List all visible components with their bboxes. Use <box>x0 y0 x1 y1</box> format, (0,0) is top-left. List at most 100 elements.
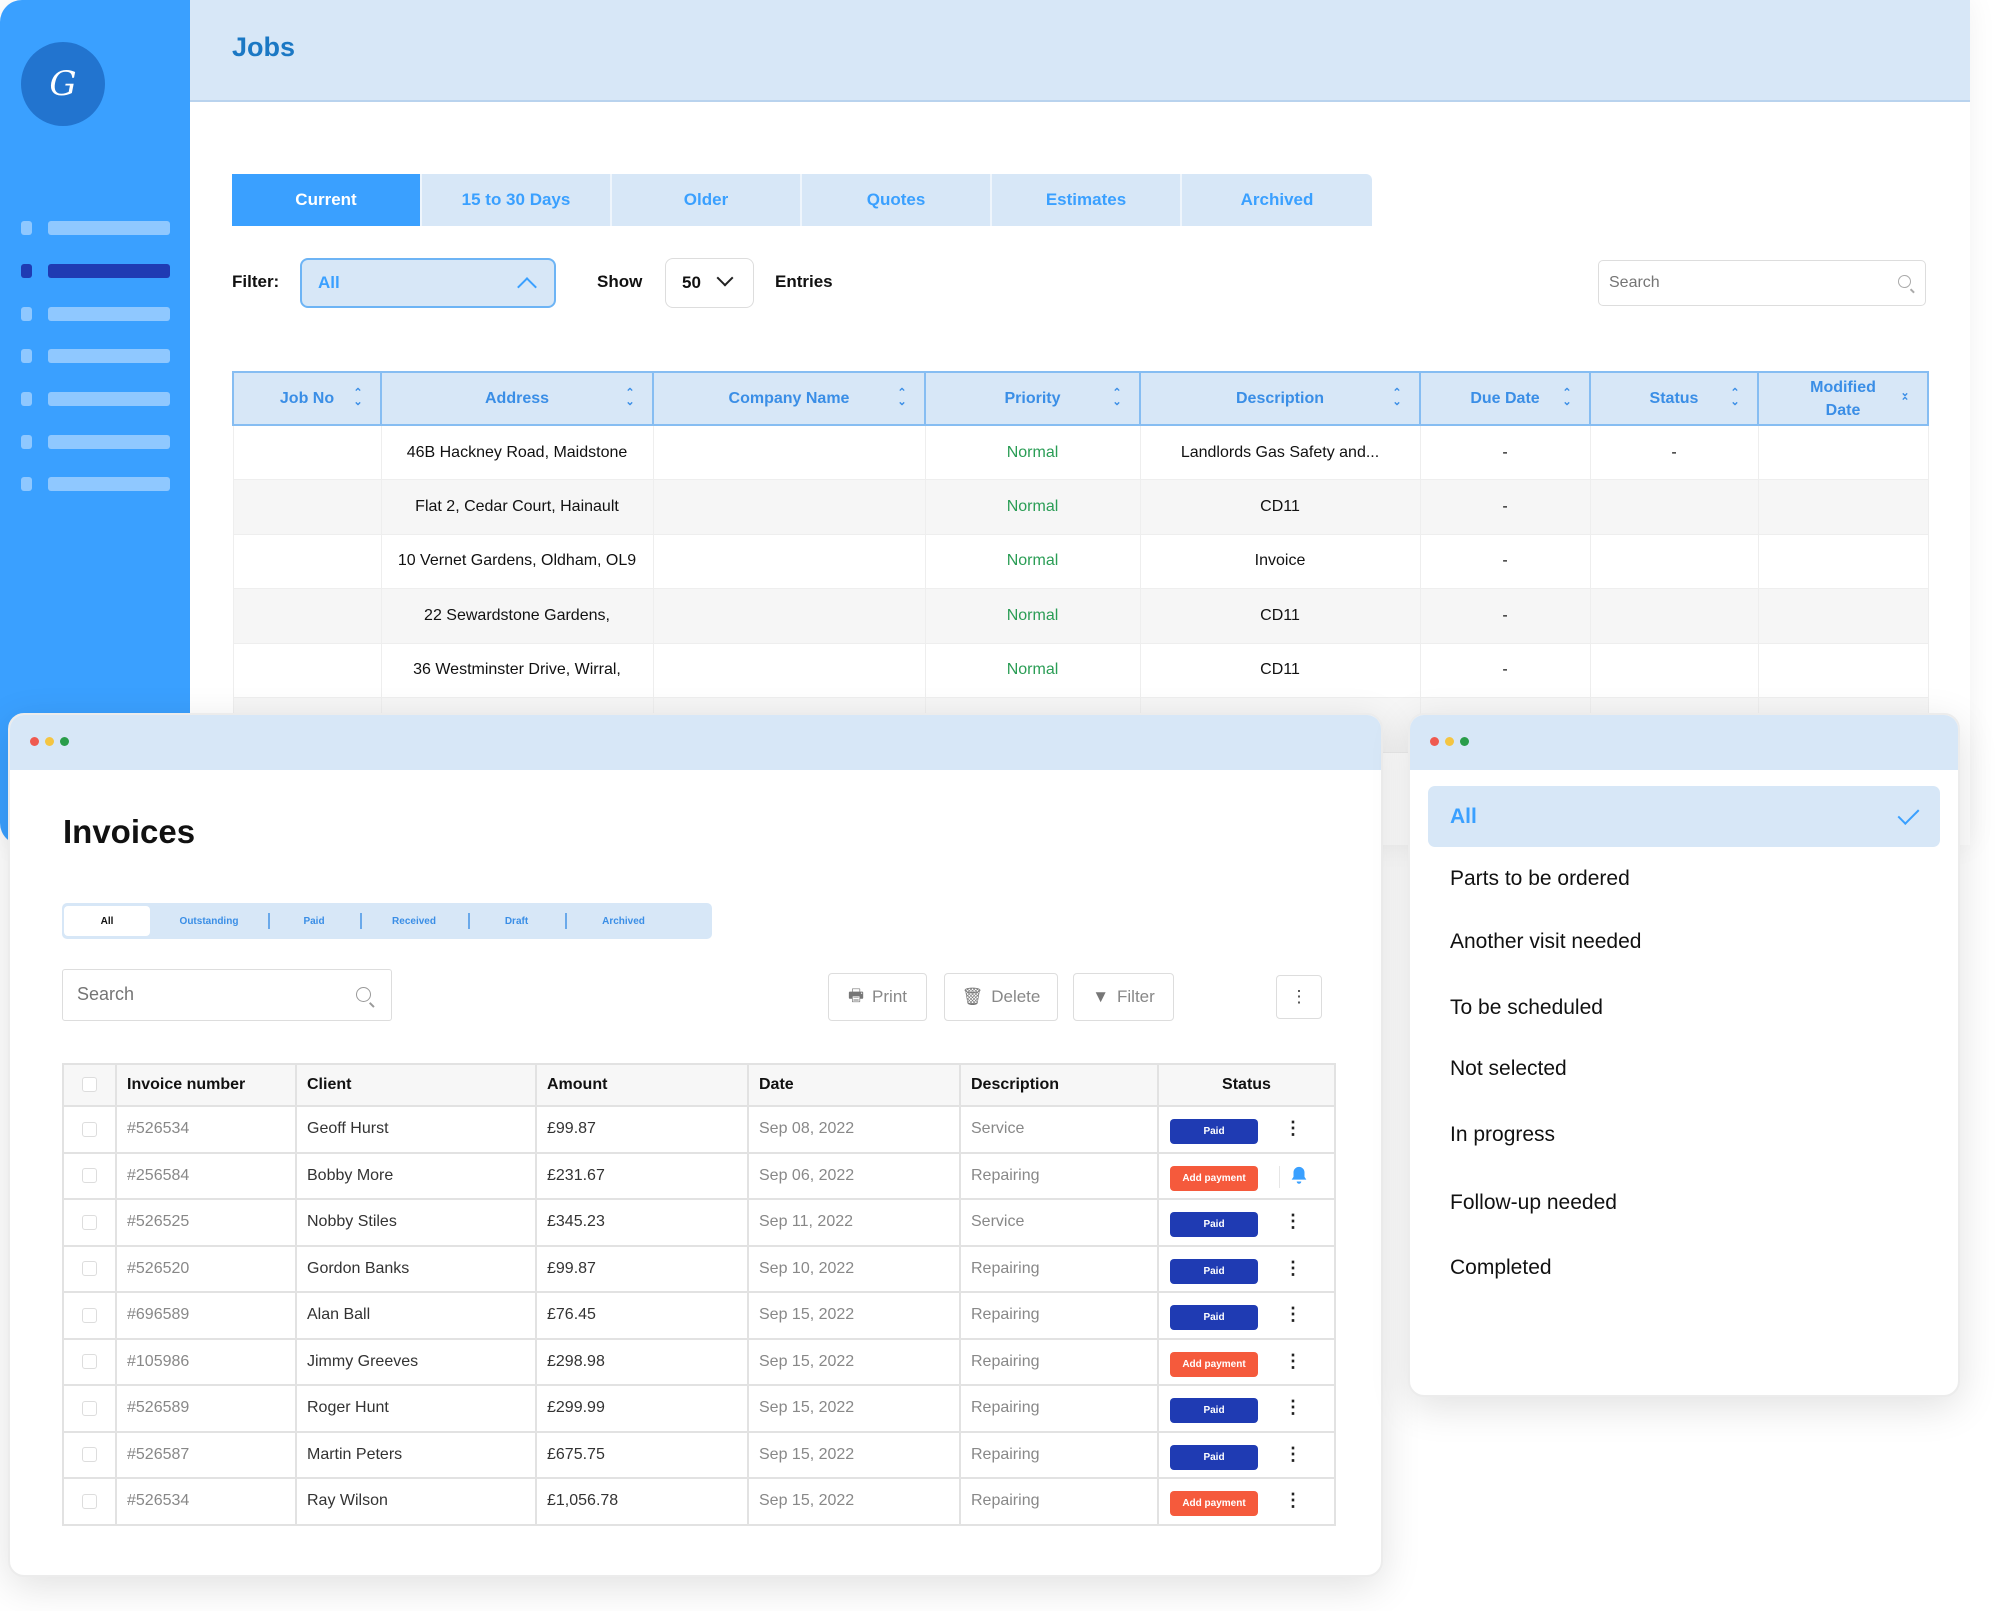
column-header[interactable]: Job No ⌃ ⌄ <box>232 371 382 426</box>
add-payment-button[interactable]: Add payment <box>1170 1165 1258 1191</box>
column-header[interactable]: Amount <box>535 1063 749 1107</box>
maximize-dot-icon[interactable] <box>60 737 69 746</box>
search-icon[interactable] <box>1898 275 1911 288</box>
table-row[interactable]: 46B Hackney Road, Maidstone Normal Landlor… <box>232 424 1929 480</box>
kebab-icon[interactable]: ⋮ <box>1284 1118 1302 1138</box>
close-dot-icon[interactable] <box>30 737 39 746</box>
row-checkbox[interactable] <box>82 1214 97 1230</box>
row-checkbox[interactable] <box>82 1168 97 1184</box>
kebab-icon[interactable]: ⋮ <box>1284 1258 1302 1278</box>
invoice-tab-received[interactable]: Received <box>360 906 468 936</box>
jobs-search-input[interactable] <box>1599 261 1879 304</box>
search-icon[interactable] <box>356 987 371 1002</box>
invoice-tab-archived[interactable]: Archived <box>565 906 682 936</box>
invoice-row[interactable]: #526587 Martin Peters £675.75 Sep 15, 2022 R… <box>62 1430 1336 1479</box>
table-row[interactable]: 36 Westminster Drive, Wirral, Normal CD11- <box>232 642 1929 698</box>
invoice-tab-all[interactable]: All <box>64 906 150 936</box>
sidebar-item[interactable] <box>21 392 170 406</box>
logo[interactable]: G <box>21 42 105 126</box>
tab-older[interactable]: Older <box>612 174 802 226</box>
table-row[interactable]: 10 Vernet Gardens, Oldham, OL9 Normal Invo… <box>232 533 1929 589</box>
paid-badge[interactable]: Paid <box>1170 1305 1258 1330</box>
sort-icon[interactable]: ⌃ ⌄ <box>1561 388 1573 408</box>
paid-badge[interactable]: Paid <box>1170 1119 1258 1144</box>
add-payment-button[interactable]: Add payment <box>1170 1351 1258 1377</box>
invoice-tab-outstanding[interactable]: Outstanding <box>150 906 268 936</box>
add-payment-button[interactable]: Add payment <box>1170 1491 1258 1516</box>
tab-archived[interactable]: Archived <box>1182 174 1372 226</box>
tab-current[interactable]: Current <box>232 174 422 226</box>
row-checkbox[interactable] <box>82 1261 97 1277</box>
row-checkbox[interactable] <box>82 1121 97 1137</box>
minimize-dot-icon[interactable] <box>45 737 54 746</box>
column-header[interactable]: Address ⌃ ⌄ <box>380 371 654 426</box>
invoice-tab-paid[interactable]: Paid <box>268 906 360 936</box>
status-option[interactable]: Completed <box>1428 1237 1940 1298</box>
sort-icon[interactable]: ⌃ ⌄ <box>624 388 636 408</box>
row-checkbox[interactable] <box>82 1493 97 1509</box>
paid-badge[interactable]: Paid <box>1170 1444 1258 1470</box>
invoice-row[interactable]: #526525 Nobby Stiles £345.23 Sep 11, 2022 Se… <box>62 1198 1336 1247</box>
column-header[interactable]: Client <box>295 1063 537 1107</box>
column-header[interactable]: Date <box>747 1063 961 1107</box>
sort-icon[interactable]: ⌃ ⌄ <box>1391 388 1403 408</box>
column-header[interactable]: Due Date ⌃ ⌄ <box>1419 371 1591 426</box>
column-header[interactable]: Description <box>959 1063 1159 1107</box>
tab-15-to-30-days[interactable]: 15 to 30 Days <box>422 174 612 226</box>
sort-icon[interactable]: ⌃ ⌄ <box>1111 388 1123 408</box>
column-header[interactable]: Company Name ⌃ ⌄ <box>652 371 926 426</box>
invoice-row[interactable]: #526589 Roger Hunt £299.99 Sep 15, 2022 Repa… <box>62 1384 1336 1433</box>
paid-badge[interactable]: Paid <box>1170 1258 1258 1284</box>
row-checkbox[interactable] <box>82 1447 97 1463</box>
more-options-button[interactable]: ⋮ <box>1276 975 1322 1019</box>
table-row[interactable]: 22 Sewardstone Gardens, Normal CD11- <box>232 588 1929 644</box>
tab-estimates[interactable]: Estimates <box>992 174 1182 226</box>
invoice-row[interactable]: #526534 Ray Wilson £1,056.78 Sep 15, 2022 Re… <box>62 1477 1336 1526</box>
delete-button[interactable]: 🗑 Delete <box>944 973 1058 1021</box>
invoice-row[interactable]: #526520 Gordon Banks £99.87 Sep 10, 2022 Rep… <box>62 1244 1336 1293</box>
status-option[interactable]: Another visit needed <box>1428 911 1940 972</box>
sidebar-item[interactable] <box>21 477 170 491</box>
sidebar-item[interactable] <box>21 307 170 321</box>
tab-quotes[interactable]: Quotes <box>802 174 992 226</box>
column-header[interactable]: Invoice number <box>115 1063 297 1107</box>
column-header[interactable]: Modified Date ⌄ ⌃ <box>1757 371 1929 426</box>
entries-select[interactable]: 50 <box>665 258 754 308</box>
column-header[interactable]: Status ⌃ ⌄ <box>1589 371 1759 426</box>
status-option[interactable]: In progress <box>1428 1104 1940 1165</box>
paid-badge[interactable]: Paid <box>1170 1212 1258 1237</box>
status-option[interactable]: All <box>1428 786 1940 847</box>
close-dot-icon[interactable] <box>1430 737 1439 746</box>
column-header[interactable]: Description ⌃ ⌄ <box>1139 371 1421 426</box>
kebab-icon[interactable]: ⋮ <box>1284 1444 1302 1464</box>
sidebar-item[interactable] <box>21 349 170 363</box>
select-all-checkbox[interactable] <box>82 1077 97 1093</box>
kebab-icon[interactable]: ⋮ <box>1284 1397 1302 1417</box>
maximize-dot-icon[interactable] <box>1460 737 1469 746</box>
print-button[interactable]: 🖶 Print <box>828 973 927 1021</box>
row-checkbox[interactable] <box>82 1307 97 1323</box>
status-option[interactable]: Parts to be ordered <box>1428 848 1940 909</box>
invoice-row[interactable]: #256584 Bobby More £231.67 Sep 06, 2022 Repa… <box>62 1151 1336 1200</box>
sort-icon[interactable]: ⌃ ⌄ <box>352 388 364 408</box>
column-header[interactable]: Priority ⌃ ⌄ <box>924 371 1141 426</box>
bell-icon[interactable] <box>1288 1165 1310 1187</box>
row-checkbox[interactable] <box>82 1354 97 1370</box>
table-row[interactable]: Flat 2, Cedar Court, Hainault Normal CD11- <box>232 479 1929 535</box>
sidebar-item[interactable] <box>21 435 170 449</box>
invoice-search-input[interactable] <box>63 970 333 1019</box>
invoice-tab-draft[interactable]: Draft <box>468 906 565 936</box>
status-option[interactable]: To be scheduled <box>1428 977 1940 1038</box>
kebab-icon[interactable]: ⋮ <box>1284 1490 1302 1510</box>
status-option[interactable]: Follow-up needed <box>1428 1172 1940 1233</box>
filter-select[interactable]: All <box>300 258 556 308</box>
sidebar-item[interactable] <box>21 221 170 235</box>
status-option[interactable]: Not selected <box>1428 1038 1940 1099</box>
kebab-icon[interactable]: ⋮ <box>1284 1304 1302 1324</box>
minimize-dot-icon[interactable] <box>1445 737 1454 746</box>
sidebar-item[interactable] <box>21 264 170 278</box>
sort-icon[interactable]: ⌃ ⌄ <box>896 388 908 408</box>
kebab-icon[interactable]: ⋮ <box>1284 1211 1302 1231</box>
filter-button[interactable]: ▼ Filter <box>1073 973 1174 1021</box>
paid-badge[interactable]: Paid <box>1170 1398 1258 1423</box>
